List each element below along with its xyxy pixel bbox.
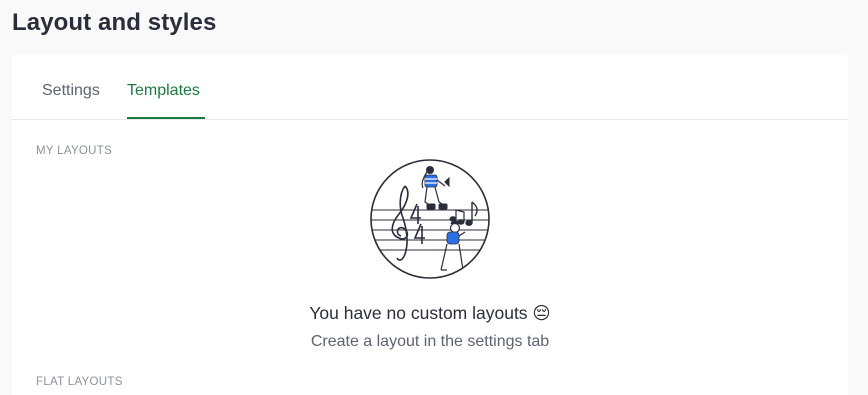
tab-settings[interactable]: Settings: [42, 82, 100, 100]
layouts-card: Settings Templates MY LAYOUTS You have n…: [12, 55, 848, 395]
empty-state-title: You have no custom layouts 😔: [309, 303, 551, 323]
tab-bar: Settings Templates: [12, 55, 848, 120]
page-title: Layout and styles: [12, 9, 217, 36]
empty-state-subtitle: Create a layout in the settings tab: [310, 333, 550, 350]
music-person-illustration-icon: [370, 159, 490, 279]
flat-layouts-label: FLAT LAYOUTS: [36, 376, 123, 388]
active-tab-indicator: [127, 117, 205, 119]
my-layouts-label: MY LAYOUTS: [36, 145, 113, 157]
tab-templates[interactable]: Templates: [127, 82, 200, 100]
